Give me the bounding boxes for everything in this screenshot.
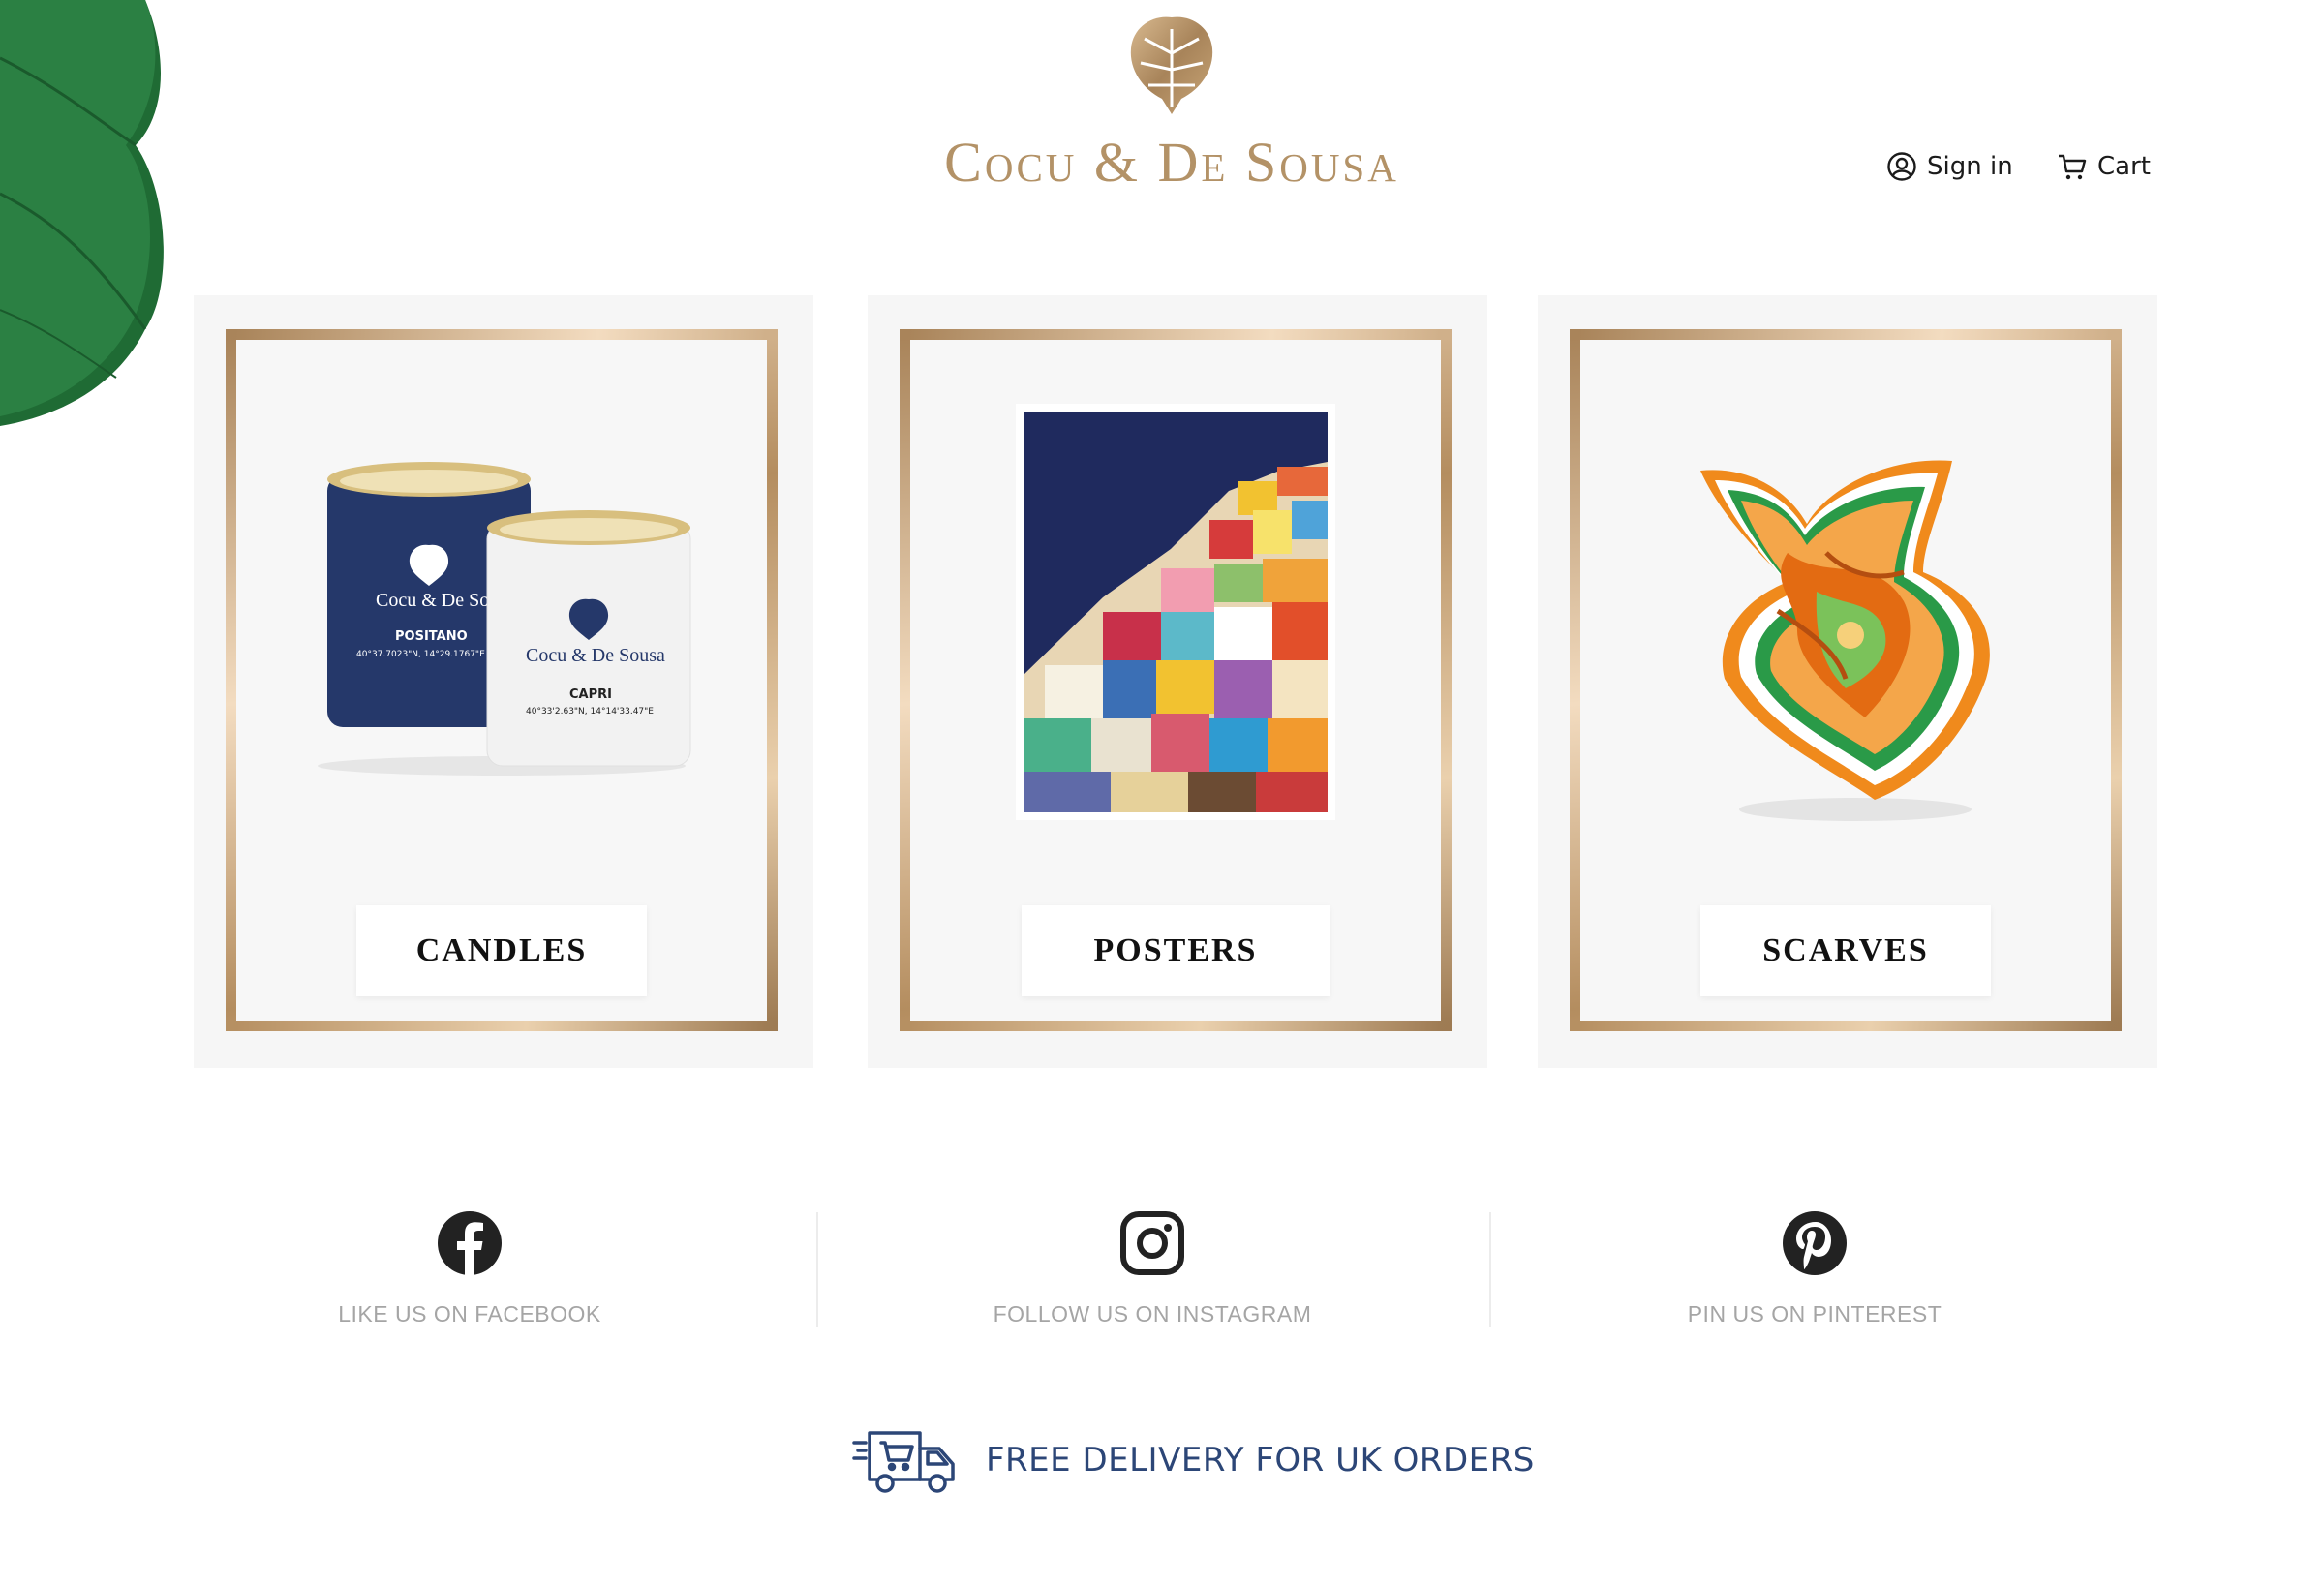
category-label[interactable]: POSTERS	[1022, 905, 1330, 996]
divider	[816, 1212, 818, 1327]
leaf-decoration	[0, 0, 164, 426]
category-card-scarves[interactable]: SCARVES	[1538, 295, 2157, 1068]
gold-frame: POSTERS	[900, 329, 1452, 1031]
poster-image	[1016, 404, 1335, 820]
brand-name: Cocu & De Sousa	[944, 131, 1399, 194]
brand-logo[interactable]: Cocu & De Sousa	[910, 10, 1433, 194]
candle-1-coords: 40°37.7023"N, 14°29.1767"E	[356, 650, 485, 659]
pinterest-link[interactable]: PIN US ON PINTEREST	[1592, 1210, 2037, 1356]
logo-leaf-icon	[1130, 16, 1213, 114]
candles-image: Cocu & De Sousa POSITANO 40°37.7023"N, 1…	[318, 462, 691, 776]
candle-2-name: CAPRI	[569, 687, 612, 702]
divider	[1489, 1212, 1491, 1327]
scarf-image	[1700, 460, 1990, 821]
user-icon	[1887, 152, 1916, 181]
candle-2-brand: Cocu & De Sousa	[526, 645, 665, 666]
delivery-truck-icon	[852, 1431, 955, 1493]
cart-label: Cart	[2097, 152, 2151, 181]
cart-icon	[2059, 154, 2087, 180]
pinterest-text: PIN US ON PINTEREST	[1687, 1301, 1942, 1327]
category-card-posters[interactable]: POSTERS	[868, 295, 1487, 1068]
candle-2-coords: 40°33'2.63"N, 14°14'33.47"E	[526, 707, 654, 717]
pinterest-icon	[1783, 1211, 1847, 1275]
gold-frame: Cocu & De Sousa POSITANO 40°37.7023"N, 1…	[226, 329, 778, 1031]
sign-in-link[interactable]: Sign in	[1886, 147, 2013, 186]
category-card-candles[interactable]: Cocu & De Sousa POSITANO 40°37.7023"N, 1…	[194, 295, 813, 1068]
facebook-icon	[438, 1211, 502, 1275]
facebook-link[interactable]: LIKE US ON FACEBOOK	[247, 1210, 692, 1356]
sign-in-label: Sign in	[1927, 152, 2013, 181]
facebook-text: LIKE US ON FACEBOOK	[338, 1301, 601, 1327]
instagram-icon	[1120, 1211, 1184, 1275]
cart-link[interactable]: Cart	[2057, 147, 2151, 186]
instagram-text: FOLLOW US ON INSTAGRAM	[993, 1301, 1312, 1327]
delivery-banner: FREE DELIVERY FOR UK ORDERS	[852, 1421, 1535, 1499]
category-label[interactable]: CANDLES	[356, 905, 647, 996]
candle-1-name: POSITANO	[395, 629, 468, 644]
delivery-text: FREE DELIVERY FOR UK ORDERS	[986, 1441, 1535, 1479]
instagram-link[interactable]: FOLLOW US ON INSTAGRAM	[930, 1210, 1375, 1356]
category-label[interactable]: SCARVES	[1700, 905, 1991, 996]
gold-frame: SCARVES	[1570, 329, 2122, 1031]
